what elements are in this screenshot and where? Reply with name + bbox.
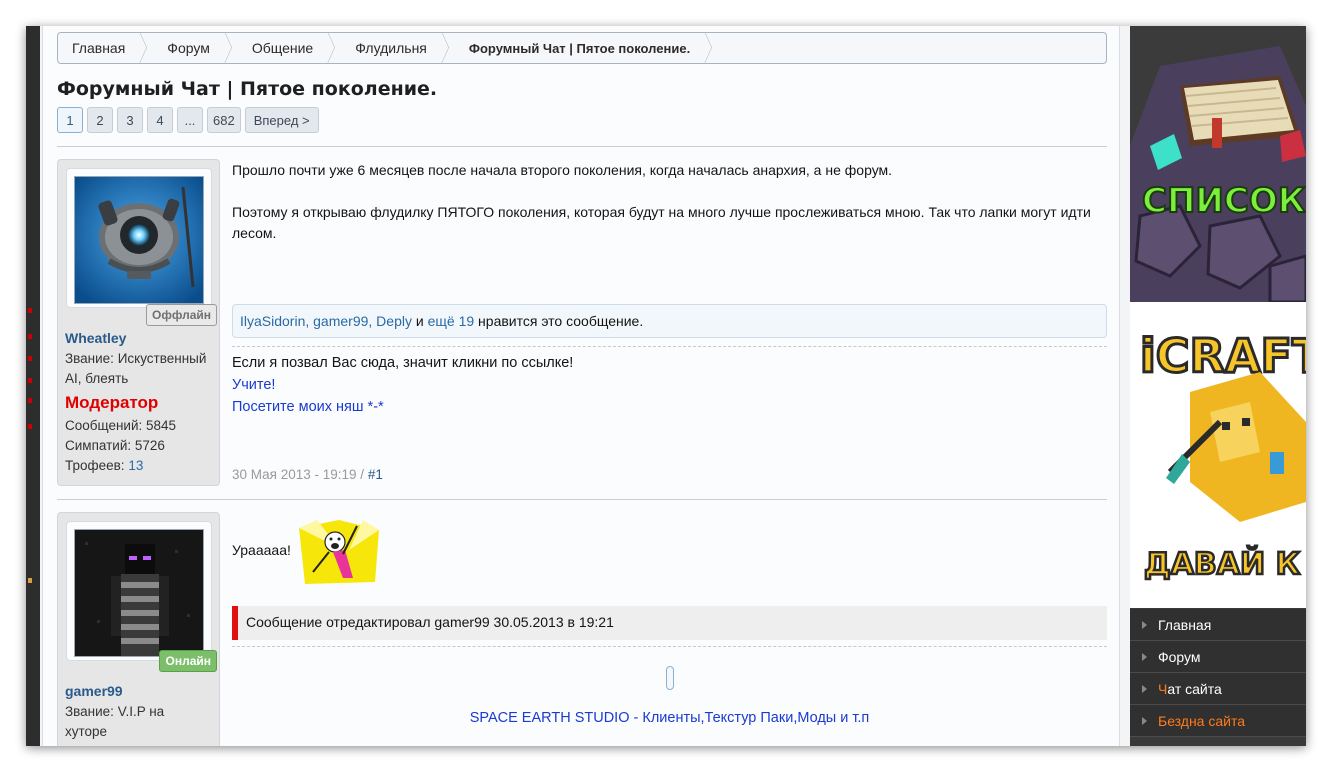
sidebar-item-forum[interactable]: Форум — [1130, 641, 1306, 673]
post-1: Оффлайн Wheatley Звание: Искуственный AI… — [57, 159, 1107, 494]
post-permalink[interactable]: #1 — [368, 467, 383, 482]
post-text: Урааааа! — [232, 542, 291, 558]
thread-title: Форумный Чат | Пятое поколение. — [57, 78, 438, 100]
post-date: 30 Мая 2013 - 19:19 / — [232, 467, 365, 482]
username-link[interactable]: gamer99 — [65, 683, 123, 699]
likes-suffix: нравится это сообщение. — [478, 313, 644, 329]
likers-link[interactable]: IlyaSidorin, gamer99, Deply — [240, 313, 412, 329]
pagination: 1 2 3 4 ... 682 Вперед > — [57, 107, 319, 133]
post-paragraph: Прошло почти уже 6 месяцев после начала … — [232, 162, 893, 178]
post-2: Онлайн gamer99 Звание: V.I.P на хуторе У… — [57, 512, 1107, 746]
page-next-button[interactable]: Вперед > — [244, 107, 319, 133]
likes-bar: IlyaSidorin, gamer99, Deply и ещё 19 нра… — [232, 304, 1107, 338]
page-2[interactable]: 2 — [87, 107, 113, 133]
banner-text-join: ДАВАЙ К НАМ — [1144, 546, 1306, 582]
post-body: Прошло почти уже 6 месяцев после начала … — [232, 160, 1107, 244]
user-info-block: Оффлайн Wheatley Звание: Искуственный AI… — [57, 159, 220, 486]
right-sidebar: СПИСОК СЕРВЕРОВ iCRAFT ДАВАЙ К НАМ Главн… — [1130, 26, 1306, 746]
likes-count: Симпатий: 5726 — [65, 438, 165, 453]
abyss-label: Бездна сайта — [1158, 712, 1246, 729]
online-status-badge: Онлайн — [159, 650, 217, 672]
main-content: Главная Форум Общение Флудильня Форумный… — [42, 26, 1120, 746]
servers-list-banner[interactable]: СПИСОК СЕРВЕРОВ — [1130, 26, 1306, 302]
loading-spinner — [666, 666, 674, 690]
signature-text: Если я позвал Вас сюда, значит кликни по… — [232, 355, 574, 371]
trophies: Трофеев: 13 — [65, 458, 144, 473]
avatar[interactable] — [74, 176, 204, 304]
all-the-things-meme-image — [299, 520, 379, 584]
chat-initial: Ч — [1158, 680, 1168, 697]
post-meta: 30 Мая 2013 - 19:19 / #1 — [232, 467, 383, 482]
username-link[interactable]: Wheatley — [65, 330, 126, 346]
user-info-block: Онлайн gamer99 Звание: V.I.P на хуторе — [57, 512, 220, 746]
message-count: Сообщений: 5845 — [65, 418, 177, 433]
user-role: Модератор — [65, 393, 159, 412]
rank-line-1: Звание: Искуственный — [65, 351, 207, 366]
divider — [57, 499, 1107, 500]
signature-divider — [232, 646, 1107, 647]
signature-link-space-earth[interactable]: SPACE EARTH STUDIO - Клиенты,Текстур Пак… — [232, 710, 1107, 726]
sidebar-item-abyss[interactable]: Бездна сайта — [1130, 705, 1306, 737]
user-rank: Звание: Искуственный AI, блеять — [65, 349, 215, 389]
post-paragraph: Поэтому я открываю флудилку ПЯТОГО покол… — [232, 204, 1091, 241]
left-dark-strip — [26, 26, 40, 746]
trophies-link[interactable]: 13 — [128, 458, 143, 473]
offline-status-badge: Оффлайн — [146, 304, 217, 326]
breadcrumb-general[interactable]: Общение — [230, 33, 333, 63]
likes-and: и — [415, 313, 424, 329]
page-3[interactable]: 3 — [117, 107, 143, 133]
more-likers-link[interactable]: ещё 19 — [428, 313, 475, 329]
page-ellipsis[interactable]: ... — [177, 107, 203, 133]
rank-line-2: AI, блеять — [65, 371, 129, 386]
sidebar-item-chat[interactable]: Чат сайта — [1130, 673, 1306, 705]
sidebar-nav: Главная Форум Чат сайта Бездна сайта — [1130, 609, 1306, 737]
rank-line-1: Звание: V.I.P на — [65, 704, 165, 719]
signature-link-learn[interactable]: Учите! — [232, 374, 1107, 396]
rank-line-2: хуторе — [65, 724, 108, 739]
breadcrumb-home[interactable]: Главная — [58, 33, 145, 63]
breadcrumb: Главная Форум Общение Флудильня Форумный… — [57, 32, 1107, 64]
browser-frame: Главная Форум Общение Флудильня Форумный… — [26, 26, 1306, 746]
breadcrumb-current[interactable]: Форумный Чат | Пятое поколение. — [447, 33, 710, 63]
page-last[interactable]: 682 — [207, 107, 241, 133]
signature-link-visit[interactable]: Посетите моих няш *-* — [232, 396, 1107, 418]
avatar-frame: Онлайн — [66, 521, 217, 672]
breadcrumb-forum[interactable]: Форум — [145, 33, 230, 63]
avatar[interactable] — [74, 529, 204, 657]
edited-notice: Сообщение отредактировал gamer99 30.05.2… — [232, 606, 1107, 640]
signature: Если я позвал Вас сюда, значит кликни по… — [232, 352, 1107, 418]
banner-text-1: СПИСОК СЕРВЕРОВ — [1142, 181, 1306, 221]
avatar-frame: Оффлайн — [66, 168, 217, 326]
user-rank: Звание: V.I.P на хуторе — [65, 702, 215, 742]
user-stats: Сообщений: 5845 Симпатий: 5726 Трофеев: … — [65, 416, 215, 476]
page-4[interactable]: 4 — [147, 107, 173, 133]
icraft-banner[interactable]: iCRAFT ДАВАЙ К НАМ — [1130, 302, 1306, 608]
divider — [57, 146, 1107, 147]
page-1[interactable]: 1 — [57, 107, 83, 133]
banner-text-icraft: iCRAFT — [1140, 329, 1306, 383]
breadcrumb-flood[interactable]: Флудильня — [333, 33, 447, 63]
sidebar-item-home[interactable]: Главная — [1130, 609, 1306, 641]
signature-divider — [232, 346, 1107, 347]
chat-label: ат сайта — [1167, 680, 1222, 697]
